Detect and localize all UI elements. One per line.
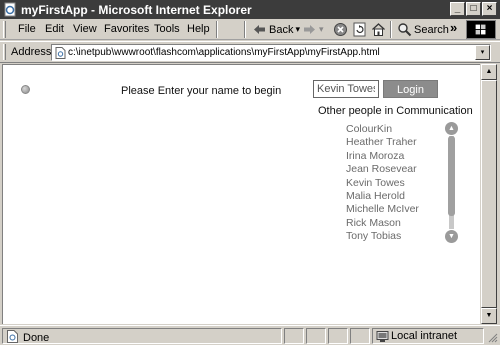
people-list-title: Other people in Communication (318, 105, 473, 117)
status-pane (328, 328, 348, 344)
list-item[interactable]: Rick Mason (346, 217, 446, 230)
status-bar: Done Local intranet (0, 325, 500, 345)
people-list-scroll-thumb[interactable] (448, 136, 455, 216)
list-item[interactable]: Irina Moroza (346, 150, 446, 163)
intranet-zone-icon (376, 331, 389, 342)
address-field[interactable]: ▾ (51, 44, 491, 61)
toolbar-overflow-chevron[interactable]: » (450, 20, 457, 35)
list-item[interactable]: Kevin Towes (346, 177, 446, 190)
stop-icon (334, 23, 347, 36)
zone-pane: Local intranet (372, 328, 484, 344)
page-icon (55, 47, 66, 59)
minimize-button[interactable]: _ (450, 2, 465, 16)
login-button[interactable]: Login (383, 80, 438, 98)
toolbar-separator (390, 21, 392, 38)
address-label: Address (11, 46, 52, 58)
maximize-button[interactable]: □ (466, 2, 481, 16)
address-bar: Address ▾ (0, 41, 500, 63)
home-button[interactable] (371, 21, 386, 38)
address-dropdown-icon[interactable]: ▾ (475, 45, 490, 60)
status-pane: Done (2, 328, 282, 344)
menu-bar: File Edit View Favorites Tools Help Back… (0, 19, 500, 40)
page-done-icon (7, 330, 18, 343)
page-content: Please Enter your name to begin Login Ot… (2, 64, 480, 324)
list-item[interactable]: Heather Traher (346, 136, 446, 149)
window-title: myFirstApp - Microsoft Internet Explorer (21, 3, 252, 17)
home-icon (372, 23, 385, 36)
status-pane (284, 328, 304, 344)
status-pane (306, 328, 326, 344)
toolbar-separator (244, 21, 246, 38)
scroll-up-icon[interactable]: ▲ (481, 64, 497, 80)
search-label: Search (414, 23, 449, 36)
address-input[interactable] (68, 46, 470, 59)
chevron-up-icon[interactable]: ▲ (445, 122, 458, 135)
back-arrow-icon (254, 25, 265, 34)
page-scrollbar[interactable]: ▲ ▼ (481, 64, 497, 324)
chevron-down-icon[interactable]: ▼ (445, 230, 458, 243)
back-button[interactable]: Back ▾ (252, 21, 300, 38)
page-scroll-thumb[interactable] (481, 80, 497, 308)
scroll-down-icon[interactable]: ▼ (481, 308, 497, 324)
menu-help[interactable]: Help (187, 23, 210, 35)
ie-page-icon (4, 2, 16, 17)
forward-dropdown-icon[interactable]: ▾ (319, 24, 324, 35)
search-button[interactable]: Search (397, 21, 449, 38)
search-icon (398, 23, 412, 37)
back-dropdown-icon[interactable]: ▾ (295, 24, 300, 35)
refresh-icon (353, 22, 366, 37)
windows-logo-icon (466, 20, 496, 39)
connection-status-indicator (21, 85, 30, 94)
list-item[interactable]: ColourKin (346, 123, 446, 136)
list-item[interactable]: Tony Tobias (346, 230, 446, 243)
name-input[interactable] (313, 80, 379, 98)
back-label: Back (269, 23, 294, 36)
menu-grip[interactable] (3, 21, 6, 38)
menu-file[interactable]: File (18, 23, 36, 35)
menu-favorites[interactable]: Favorites (104, 23, 149, 35)
zone-text: Local intranet (391, 330, 458, 342)
list-item[interactable]: Michelle McIver (346, 203, 446, 216)
menu-tools[interactable]: Tools (154, 23, 180, 35)
people-list: ColourKin Heather Traher Irina Moroza Je… (346, 123, 446, 244)
name-prompt-label: Please Enter your name to begin (121, 85, 282, 97)
forward-button[interactable]: ▾ (302, 21, 324, 38)
status-pane (350, 328, 370, 344)
toolbar-separator (216, 21, 218, 38)
address-grip[interactable] (3, 44, 6, 60)
refresh-button[interactable] (352, 21, 367, 38)
status-text: Done (23, 332, 50, 344)
list-item[interactable]: Jean Rosevear (346, 163, 446, 176)
stop-button[interactable] (333, 21, 348, 38)
resize-grip-icon[interactable] (486, 331, 498, 343)
menu-edit[interactable]: Edit (45, 23, 64, 35)
forward-arrow-icon (304, 25, 315, 34)
people-list-scrollbar[interactable]: ▲ ▼ (445, 122, 458, 243)
list-item[interactable]: Malia Herold (346, 190, 446, 203)
close-button[interactable]: × (482, 2, 497, 16)
menu-view[interactable]: View (73, 23, 97, 35)
title-bar: myFirstApp - Microsoft Internet Explorer… (0, 0, 500, 19)
